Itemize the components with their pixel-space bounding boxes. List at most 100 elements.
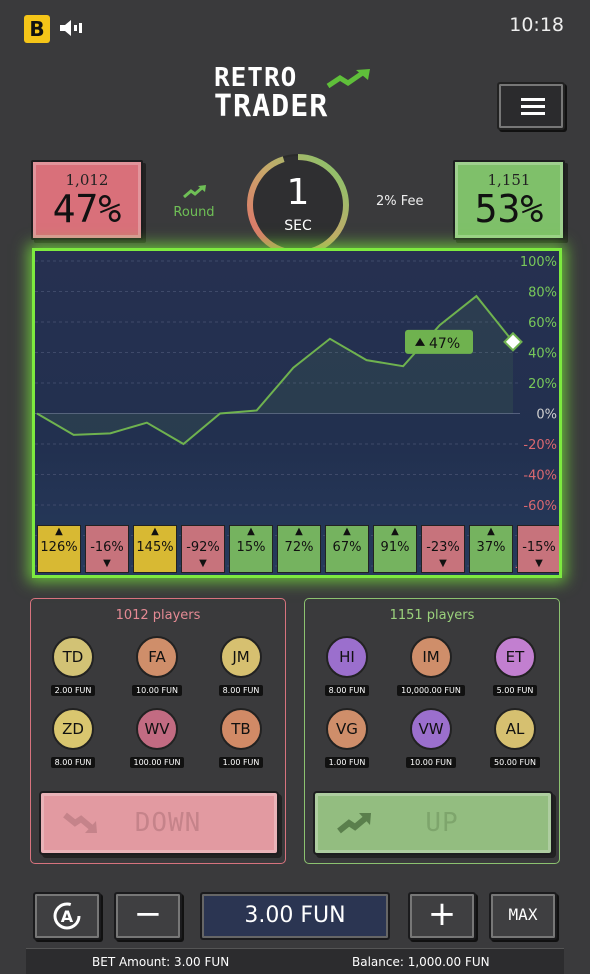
down-percent: 47%: [52, 187, 122, 231]
footer-bet-amount: BET Amount: 3.00 FUN: [92, 955, 230, 969]
up-arrow-icon: ▲: [391, 526, 399, 537]
up-panel: 1151 players HI 8.00 FUN IM 10,000.00 FUN ET…: [304, 598, 560, 864]
player-entry: TB 1.00 FUN: [206, 708, 276, 769]
tile-value: 37%: [476, 540, 506, 555]
history-tile: ▲ 91%: [373, 525, 417, 573]
svg-text:47%: 47%: [429, 336, 460, 352]
player-entry: VW 10.00 FUN: [396, 708, 466, 769]
history-tile: ▲ 145%: [133, 525, 177, 573]
player-bet: 10.00 FUN: [132, 685, 182, 696]
player-entry: AL 50.00 FUN: [480, 708, 550, 769]
bet-amount-field[interactable]: 3.00 FUN: [200, 892, 390, 940]
player-entry: FA 10.00 FUN: [122, 636, 192, 697]
avatar: ZD: [52, 708, 94, 750]
down-players-title: 1012 players: [115, 608, 201, 623]
tile-value: 67%: [332, 540, 362, 555]
up-arrow-icon: ▲: [247, 526, 255, 537]
player-entry: JM 8.00 FUN: [206, 636, 276, 697]
up-arrow-icon: ▲: [343, 526, 351, 537]
player-entry: IM 10,000.00 FUN: [396, 636, 466, 697]
menu-icon-bar: [521, 112, 545, 115]
up-button-label: UP: [425, 808, 459, 838]
player-entry: HI 8.00 FUN: [312, 636, 382, 697]
avatar: WV: [136, 708, 178, 750]
player-entry: VG 1.00 FUN: [312, 708, 382, 769]
menu-button[interactable]: [497, 82, 565, 130]
avatar: TD: [52, 636, 94, 678]
tile-value: 91%: [380, 540, 410, 555]
y-tick-label: 100%: [520, 255, 557, 270]
round-timer: 1 SEC: [243, 150, 353, 260]
player-bet: 8.00 FUN: [324, 685, 370, 696]
y-tick-label: -40%: [523, 469, 557, 484]
player-bet: 1.00 FUN: [324, 757, 370, 768]
svg-text:A: A: [61, 907, 74, 926]
tile-value: 126%: [40, 540, 78, 555]
down-panel: 1012 players TD 2.00 FUN FA 10.00 FUN JM 8.00…: [30, 598, 286, 864]
retro-trader-logo: RETRO TRADER: [214, 64, 384, 126]
up-players-title: 1151 players: [389, 608, 475, 623]
avatar: TB: [220, 708, 262, 750]
up-arrow-icon: ▲: [55, 526, 63, 537]
footer-balance: Balance: 1,000.00 FUN: [352, 955, 490, 969]
round-label: Round: [173, 205, 215, 220]
player-bet: 8.00 FUN: [50, 757, 96, 768]
history-tile: ▲ 67%: [325, 525, 369, 573]
up-arrow-icon: ▲: [295, 526, 303, 537]
tile-value: -15%: [522, 540, 556, 555]
player-bet: 2.00 FUN: [50, 685, 96, 696]
player-entry: TD 2.00 FUN: [38, 636, 108, 697]
tile-value: -16%: [90, 540, 124, 555]
y-tick-label: -20%: [523, 438, 557, 453]
avatar: VW: [410, 708, 452, 750]
tile-value: 72%: [284, 540, 314, 555]
up-arrow-icon: ▲: [151, 526, 159, 537]
speaker-icon[interactable]: [58, 18, 88, 38]
avatar: FA: [136, 636, 178, 678]
down-button-label: DOWN: [134, 808, 202, 838]
up-arrow-icon: ▲: [487, 526, 495, 537]
history-tile: -16% ▼: [85, 525, 129, 573]
decrease-bet-button[interactable]: −: [114, 892, 182, 940]
max-bet-button[interactable]: MAX: [489, 892, 557, 940]
clock: 10:18: [509, 14, 564, 36]
timer-value: 1: [286, 172, 310, 213]
avatar: IM: [410, 636, 452, 678]
player-bet: 8.00 FUN: [218, 685, 264, 696]
player-entry: ET 5.00 FUN: [480, 636, 550, 697]
down-arrow-icon: ▼: [199, 558, 207, 569]
auto-bet-button[interactable]: A: [33, 892, 101, 940]
history-tile: ▲ 15%: [229, 525, 273, 573]
history-tiles: ▲ 126% -16% ▼ ▲ 145% -92% ▼ ▲ 15% ▲ 72% ▲ 67% ▲ 91% -23%…: [35, 525, 559, 575]
round-trend-icon: [183, 185, 206, 199]
down-arrow-icon: ▼: [535, 558, 543, 569]
tile-value: -23%: [426, 540, 460, 555]
tile-value: 15%: [236, 540, 266, 555]
player-entry: ZD 8.00 FUN: [38, 708, 108, 769]
increase-bet-button[interactable]: +: [408, 892, 476, 940]
history-tile: ▲ 37%: [469, 525, 513, 573]
auto-icon: A: [53, 902, 81, 930]
y-tick-label: 40%: [528, 347, 557, 362]
logo-trend-icon: [326, 69, 370, 89]
player-bet: 10.00 FUN: [406, 757, 456, 768]
up-percent: 53%: [474, 187, 544, 231]
player-bet: 10,000.00 FUN: [397, 685, 465, 696]
chart-area: [37, 296, 513, 444]
history-tile: -92% ▼: [181, 525, 225, 573]
player-bet: 5.00 FUN: [492, 685, 538, 696]
down-percent-box: 1,012 47%: [31, 160, 143, 240]
history-tile: -15% ▼: [517, 525, 559, 573]
player-entry: WV 100.00 FUN: [122, 708, 192, 769]
footer-bar: BET Amount: 3.00 FUN Balance: 1,000.00 F…: [26, 948, 564, 974]
down-arrow-icon: ▼: [103, 558, 111, 569]
menu-icon-bar: [521, 98, 545, 101]
down-button[interactable]: DOWN: [39, 791, 279, 855]
up-button[interactable]: UP: [313, 791, 553, 855]
tile-value: 145%: [136, 540, 174, 555]
timer-unit: SEC: [284, 218, 312, 234]
menu-icon-bar: [521, 105, 545, 108]
tile-value: -92%: [186, 540, 220, 555]
avatar: AL: [494, 708, 536, 750]
player-bet: 1.00 FUN: [218, 757, 264, 768]
